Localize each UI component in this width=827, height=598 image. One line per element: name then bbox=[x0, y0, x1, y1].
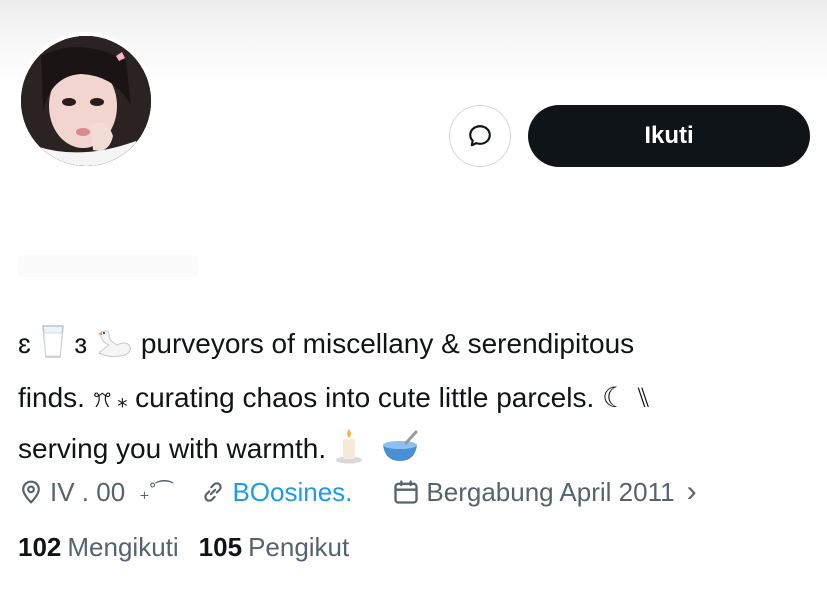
bio-line-1: ɛ ɜ purveyors of miscellany & serendipit… bbox=[18, 320, 808, 374]
message-bubble-icon bbox=[469, 125, 491, 147]
bio-text-2a: finds. bbox=[18, 382, 85, 413]
chevron-right-icon[interactable]: › bbox=[687, 475, 697, 509]
bio-line-3: serving you with warmth. bbox=[18, 425, 808, 479]
following-stat[interactable]: 102 Mengikuti bbox=[18, 532, 179, 563]
bio-line-2: finds. ꔫ ⁎ curating chaos into cute litt… bbox=[18, 374, 808, 425]
milk-glass-icon bbox=[39, 323, 67, 374]
followers-count: 105 bbox=[198, 532, 243, 562]
bio-decor-mid: ꔫ ⁎ bbox=[92, 390, 128, 412]
joined-text: Bergabung April 2011 bbox=[426, 476, 675, 507]
link-icon bbox=[204, 482, 223, 502]
avatar-image bbox=[21, 36, 151, 166]
followers-label: Pengikut bbox=[248, 532, 350, 562]
joined-date[interactable]: Bergabung April 2011 › bbox=[392, 475, 697, 509]
calendar-icon bbox=[394, 480, 419, 504]
bio-decor-right: ɜ bbox=[74, 328, 88, 359]
following-label: Mengikuti bbox=[67, 532, 179, 562]
profile-page: Ikuti ɛ ɜ purveyors of miscellany & sere… bbox=[0, 0, 827, 598]
profile-bio: ɛ ɜ purveyors of miscellany & serendipit… bbox=[18, 320, 808, 479]
website[interactable]: BOosines. bbox=[200, 477, 352, 508]
avatar-photo bbox=[21, 36, 151, 166]
location-pin-icon bbox=[22, 480, 40, 504]
message-button[interactable] bbox=[449, 105, 511, 167]
swan-icon bbox=[95, 326, 133, 374]
location-text: IV . 00 bbox=[50, 476, 126, 507]
location-decor: ₊˚⁀ bbox=[139, 481, 173, 504]
follow-button[interactable]: Ikuti bbox=[528, 105, 810, 167]
bio-text-2: curating chaos into cute little parcels. bbox=[135, 382, 595, 413]
bio-decor-moon: ☾ ⑊ bbox=[602, 382, 652, 413]
profile-meta: IV . 00 ₊˚⁀ BOosines. Bergabung April 20… bbox=[18, 472, 808, 512]
display-name-area bbox=[18, 255, 198, 277]
following-count: 102 bbox=[18, 532, 62, 562]
profile-stats: 102 Mengikuti 105 Pengikut bbox=[18, 532, 349, 563]
bio-text-1: purveyors of miscellany & serendipitous bbox=[140, 328, 635, 359]
avatar[interactable] bbox=[17, 32, 155, 170]
website-link[interactable]: BOosines. bbox=[232, 477, 352, 508]
bio-decor-left: ɛ bbox=[18, 328, 31, 359]
followers-stat[interactable]: 105 Pengikut bbox=[199, 532, 350, 563]
location: IV . 00 ₊˚⁀ bbox=[18, 477, 172, 508]
bio-text-3: serving you with warmth. bbox=[18, 433, 327, 464]
